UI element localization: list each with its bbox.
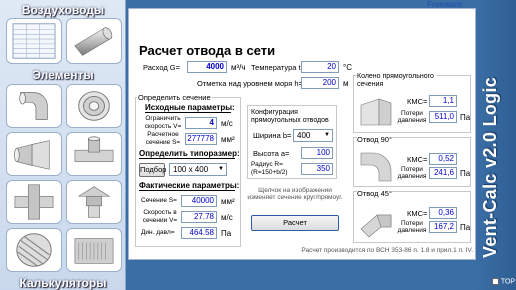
speed-value: 27.78 [181, 211, 217, 223]
dyn-value: 464.58 [181, 227, 217, 239]
thumb-tee[interactable] [66, 132, 122, 176]
checkbox-icon[interactable] [492, 278, 499, 285]
footer-note: Расчет производится по ВСН 353-86 п. 1.8… [301, 247, 473, 254]
actual-params-label: Фактические параметры: [139, 181, 240, 190]
elbow-rect-kms: 1,1 [429, 95, 457, 107]
speed-limit-unit: м/с [221, 119, 233, 128]
size-select[interactable]: 100 x 400 ▼ [169, 163, 227, 176]
config-label: Конфигурация прямоугольных отводов [251, 109, 329, 124]
altitude-label: Отметка над уровнем моря h= [197, 79, 303, 88]
width-select-value: 400 [297, 131, 311, 140]
speed-label: Скорость в сечении V= [142, 209, 178, 224]
temp-input[interactable]: 20 [301, 61, 339, 73]
elbow45-loss-label: Потери давления [397, 220, 427, 234]
flow-unit: м³/ч [231, 63, 246, 72]
elbow90-kms-label: КМС= [407, 155, 428, 164]
thumb-round-duct[interactable] [66, 18, 122, 64]
section-label: Определить сечение [137, 93, 212, 102]
input-params-label: Исходные параметры: [145, 103, 235, 112]
calculate-button[interactable]: Расчет [251, 215, 339, 231]
app-title: Vent-Calc v2.0 Logic [480, 76, 500, 258]
elbow45-unit: Па [460, 223, 471, 232]
divider [139, 158, 235, 159]
elbow-rect-label: Колено прямоугольного сечения [357, 73, 437, 89]
table-icon [12, 23, 56, 59]
dyn-label: Дин. давл= [141, 229, 175, 236]
divider [139, 190, 235, 191]
section-s-value: 40000 [181, 195, 217, 207]
radius-value: 350 [301, 163, 333, 175]
width-label: Ширина b= [253, 131, 292, 140]
thumb-roof-cap[interactable] [66, 180, 122, 224]
elbow90-loss: 241,6 [429, 167, 457, 179]
size-label: Определить типоразмер: [139, 149, 240, 158]
thumb-grille[interactable] [6, 228, 62, 272]
elbow-rect-icon[interactable] [357, 95, 395, 129]
calc-section-value: 277778 [185, 133, 217, 145]
speed-unit: м/с [221, 213, 233, 222]
round-duct-icon [74, 27, 113, 56]
temp-label: Температура t= [251, 63, 305, 72]
section-s-unit: мм² [221, 197, 235, 206]
elbow45-label: Отвод 45° [357, 189, 392, 198]
sidebar: Воздуховоды Элементы Калькуляторы [0, 0, 126, 290]
thumb-diffuser[interactable] [66, 84, 122, 128]
chevron-down-icon: ▼ [324, 132, 330, 138]
cross-fitting-icon [14, 184, 54, 220]
size-select-value: 100 x 400 [173, 165, 209, 174]
flow-label: Расход G= [143, 63, 181, 72]
sidebar-title-elements[interactable]: Элементы [0, 68, 126, 82]
diffuser-icon [78, 91, 110, 121]
dyn-unit: Па [221, 229, 232, 238]
altitude-input[interactable]: 200 [301, 77, 339, 89]
elbow-rect-kms-label: КМС= [407, 97, 428, 106]
sidebar-title-calculators[interactable]: Калькуляторы [0, 276, 126, 290]
calc-section-unit: мм² [221, 135, 235, 144]
page-title: Расчет отвода в сети [139, 43, 276, 58]
tee-icon [74, 136, 114, 162]
elbow90-loss-label: Потери давления [397, 166, 427, 180]
divider [145, 112, 231, 113]
section-s-label: Сечение S= [141, 197, 177, 204]
thumb-cross[interactable] [6, 180, 62, 224]
thumb-heater[interactable] [66, 228, 122, 272]
sidebar-title-ducts[interactable]: Воздуховоды [0, 3, 126, 17]
height-label: Высота a= [253, 149, 290, 158]
roof-cap-icon [77, 186, 111, 218]
chevron-down-icon: ▼ [218, 166, 224, 172]
elbow90-unit: Па [460, 169, 471, 178]
thumb-ducts-table[interactable] [6, 18, 62, 64]
thumb-transition[interactable] [6, 132, 62, 176]
speed-limit-label: Ограничить скорость V= [144, 115, 182, 130]
elbow-rect-loss-label: Потери давления [397, 110, 427, 124]
altitude-unit: м [343, 79, 349, 88]
app-root: Воздуховоды Элементы Калькуляторы Freewa… [0, 0, 516, 290]
speed-limit-input[interactable]: 4 [185, 117, 217, 129]
heater-icon [74, 238, 114, 264]
radius-label: Радиус R= (R=150+b/2) [251, 161, 288, 176]
elbow-rect-unit: Па [460, 113, 471, 122]
elbow45-loss: 167,2 [429, 221, 457, 233]
main-panel: Расчет отвода в сети Расход G= 4000 м³/ч… [128, 8, 476, 260]
elbow-rect-loss: 511,0 [429, 111, 457, 123]
height-value: 100 [301, 147, 333, 159]
elbow45-kms: 0,36 [429, 207, 457, 219]
transition-icon [14, 140, 50, 170]
top-checkbox[interactable]: TOP [492, 278, 516, 290]
elbow-icon [19, 92, 48, 120]
thumb-elbow[interactable] [6, 84, 62, 128]
width-select[interactable]: 400 ▼ [293, 129, 333, 142]
temp-unit: °C [343, 63, 352, 72]
elbow90-kms: 0,52 [429, 153, 457, 165]
click-note: Щелчок на изображении изменяет сечение к… [247, 187, 343, 201]
pick-size-button[interactable]: Подбор [139, 163, 166, 177]
calc-section-label: Расчетное сечение S= [145, 131, 181, 146]
elbow45-icon[interactable] [357, 199, 397, 239]
elbow90-label: Отвод 90° [357, 135, 392, 144]
grille-icon [16, 233, 52, 267]
flow-input[interactable]: 4000 [187, 61, 227, 73]
elbow45-kms-label: КМС= [407, 209, 428, 218]
elbow90-icon[interactable] [357, 145, 397, 183]
top-checkbox-label: TOP [500, 278, 516, 286]
